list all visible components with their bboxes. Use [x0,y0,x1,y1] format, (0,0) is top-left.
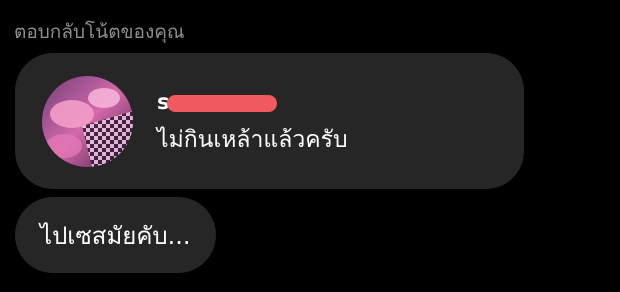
username-redaction-mark [167,95,277,112]
reply-message-text: ไปเซสมัยคับ... [40,221,191,250]
reply-message-bubble[interactable]: ไปเซสมัยคับ... [15,197,216,273]
reply-to-note-label: ตอบกลับโน้ตของคุณ [14,21,185,43]
note-text: ไม่กินเหล้าแล้วครับ [157,127,348,153]
profile-avatar-icon[interactable] [42,76,133,167]
note-card[interactable]: s ไม่กินเหล้าแล้วครับ [15,53,524,189]
